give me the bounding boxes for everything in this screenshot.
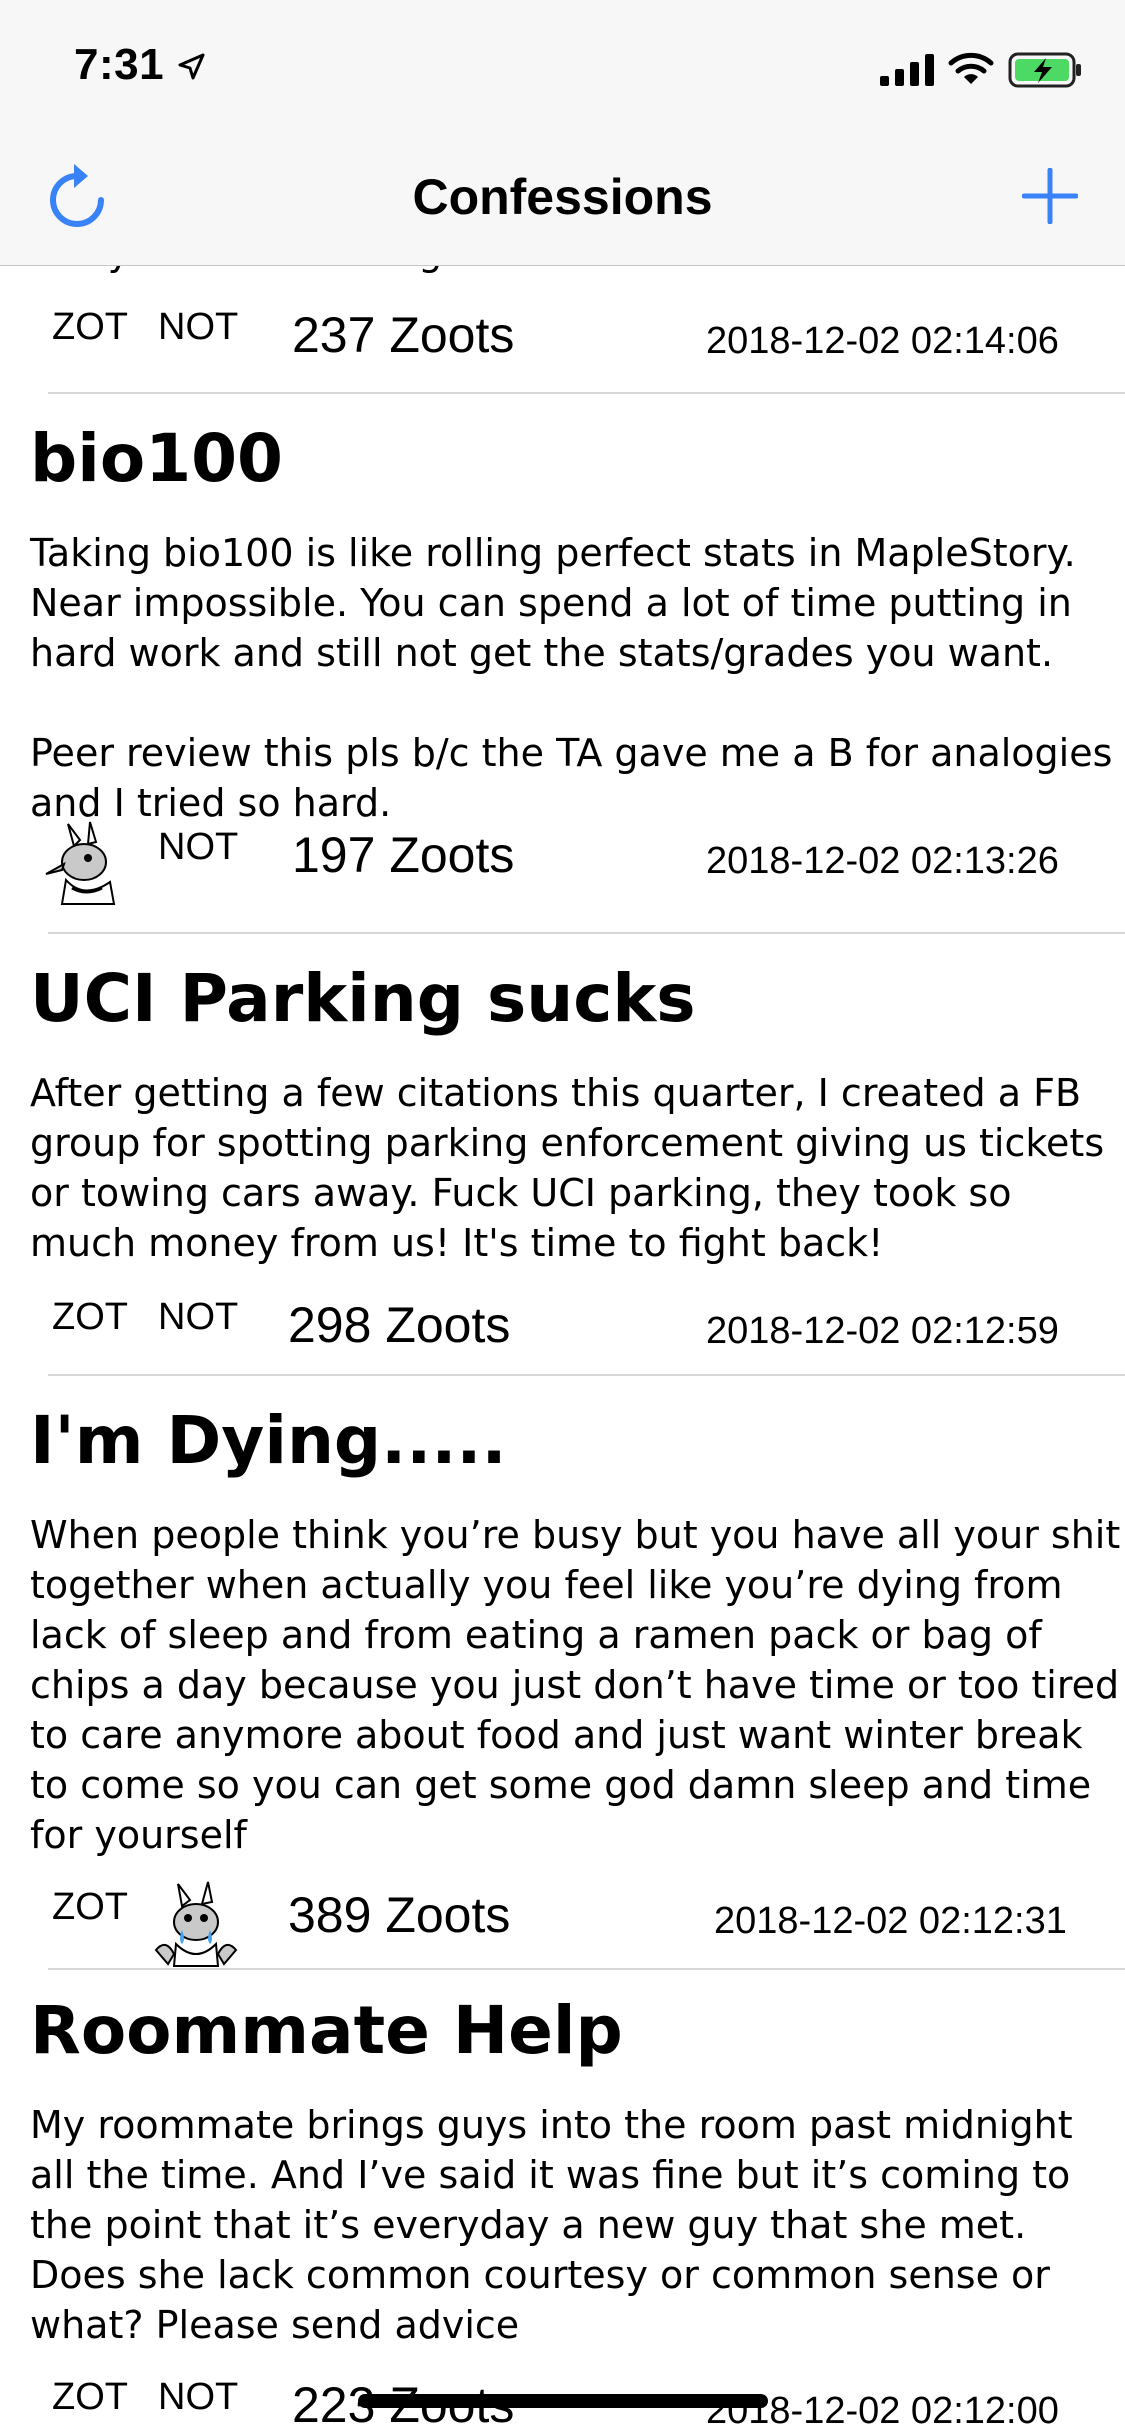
post-timestamp: 2018-12-02 02:14:06 bbox=[706, 320, 1059, 362]
post-title: UCI Parking sucks bbox=[30, 960, 696, 1037]
post-title: Roommate Help bbox=[30, 1992, 623, 2069]
post-timestamp: 2018-12-02 02:13:26 bbox=[706, 840, 1059, 882]
battery-charging-icon bbox=[1008, 52, 1081, 88]
status-time: 7:31 bbox=[74, 40, 165, 89]
post-body: My roommate brings guys into the room pa… bbox=[30, 2103, 1085, 2347]
not-button[interactable]: NOT bbox=[158, 2376, 238, 2419]
zot-button[interactable]: ZOT bbox=[52, 2376, 128, 2419]
not-button[interactable]: NOT bbox=[158, 826, 238, 869]
zoot-count: 298 Zoots bbox=[288, 1297, 511, 1353]
not-selected-crying-anteater-icon[interactable] bbox=[152, 1878, 244, 1970]
separator bbox=[48, 932, 1125, 934]
post-body: When people think you’re busy but you ha… bbox=[30, 1513, 1121, 1857]
add-confession-button[interactable] bbox=[1022, 168, 1078, 224]
screen: 7:31 Confessions ZOT NOT 237 Zoots 2018-… bbox=[0, 0, 1125, 2436]
post-title: I'm Dying..... bbox=[30, 1402, 507, 1479]
not-button[interactable]: NOT bbox=[158, 306, 238, 349]
location-arrow-icon bbox=[178, 53, 205, 80]
separator bbox=[48, 392, 1125, 394]
nav-title: Confessions bbox=[412, 169, 713, 225]
zot-button[interactable]: ZOT bbox=[52, 306, 128, 349]
cellular-signal-icon bbox=[880, 54, 934, 86]
post-timestamp: 2018-12-02 02:12:59 bbox=[706, 1310, 1059, 1352]
not-button[interactable]: NOT bbox=[158, 1296, 238, 1339]
zot-button[interactable]: ZOT bbox=[52, 1296, 128, 1339]
zoot-count: 237 Zoots bbox=[292, 307, 515, 363]
zot-button[interactable]: ZOT bbox=[52, 1886, 128, 1929]
post-meta-row: ZOT NOT 298 Zoots 2018-12-02 02:12:59 bbox=[0, 1296, 1125, 1376]
post-body: Taking bio100 is like rolling perfect st… bbox=[30, 531, 1113, 825]
post-title: bio100 bbox=[30, 420, 283, 497]
post-body: After getting a few citations this quart… bbox=[30, 1071, 1117, 1265]
separator bbox=[48, 1968, 1125, 1970]
post-meta-row: NOT 197 Zoots 2018-12-02 02:13:26 bbox=[0, 821, 1125, 906]
zoot-count: 197 Zoots bbox=[292, 827, 515, 883]
post-meta-row: ZOT NOT 237 Zoots 2018-12-02 02:14:06 bbox=[0, 306, 1125, 386]
separator bbox=[48, 1374, 1125, 1376]
top-bar: 7:31 Confessions bbox=[0, 0, 1125, 266]
home-indicator[interactable] bbox=[358, 2394, 768, 2408]
zoot-count: 389 Zoots bbox=[288, 1887, 511, 1943]
post-timestamp: 2018-12-02 02:12:31 bbox=[714, 1900, 1067, 1942]
wifi-icon bbox=[948, 52, 994, 84]
post-meta-row: ZOT 389 Zoots 2018-12-02 02:12:31 bbox=[0, 1881, 1125, 1967]
zot-selected-anteater-icon[interactable] bbox=[44, 818, 136, 910]
